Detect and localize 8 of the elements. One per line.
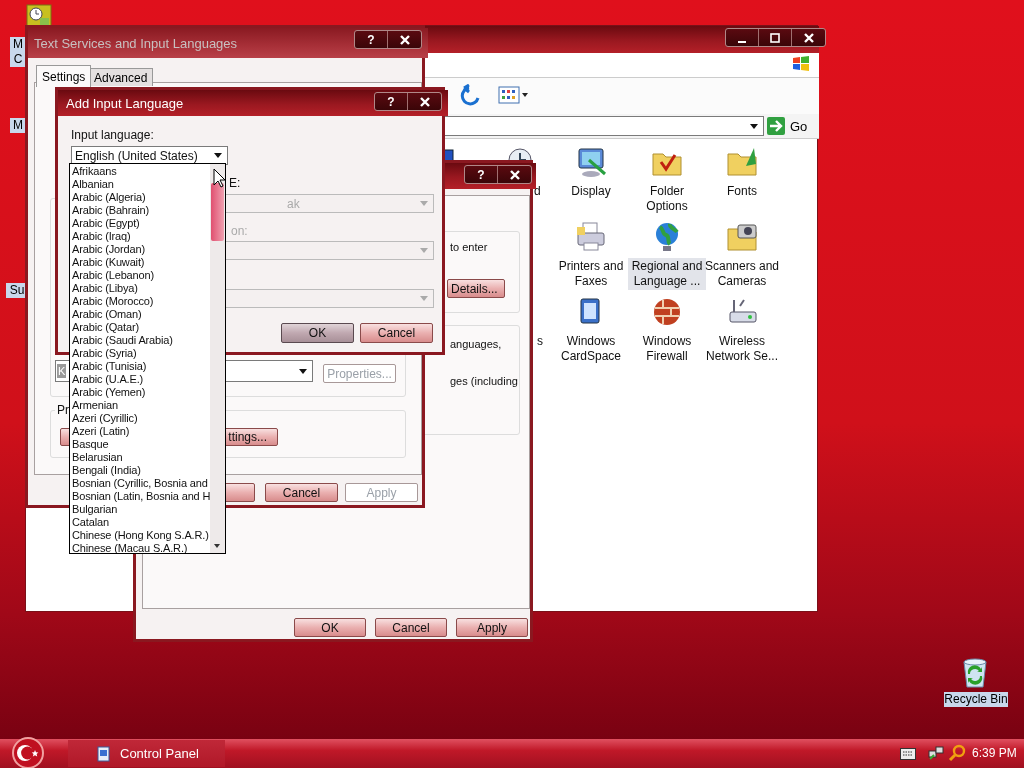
clock-text: 6:39 PM — [972, 746, 1017, 760]
window-title: Text Services and Input Languages — [34, 36, 238, 51]
field-label: on: — [231, 224, 248, 238]
window-title: Add Input Language — [66, 96, 184, 111]
field-label: Input language: — [71, 128, 154, 142]
field-label: E: — [229, 176, 241, 190]
label-text: to enter — [450, 241, 488, 253]
label-text: ges (including — [450, 375, 518, 387]
